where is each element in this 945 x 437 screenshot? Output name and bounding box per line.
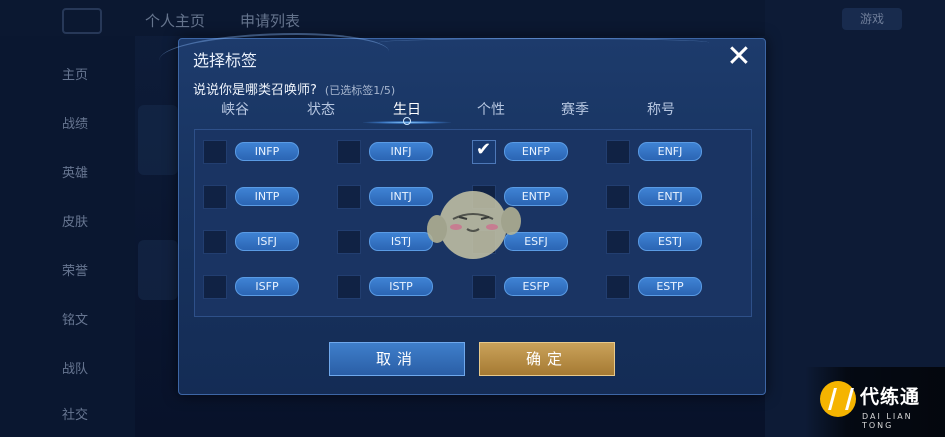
tag-checkbox[interactable] xyxy=(606,140,630,164)
tag-option[interactable]: INTP xyxy=(203,185,323,209)
tag-checkbox[interactable] xyxy=(203,230,227,254)
tag-checkbox[interactable] xyxy=(472,275,496,299)
tab-personality[interactable]: 个性 xyxy=(461,99,521,119)
background-side-item: 战队 xyxy=(62,362,89,377)
watermark-subtitle: DAI LIAN TONG xyxy=(862,412,913,430)
background-logo xyxy=(62,8,102,34)
tag-checkbox[interactable]: ✔ xyxy=(472,139,496,164)
tag-checkbox[interactable] xyxy=(203,185,227,209)
tag-option[interactable]: ENFJ xyxy=(606,140,726,164)
tag-select-dialog: 选择标签 ✕ 说说你是哪类召唤师? (已选标签1/5) 峡谷 状态 生日 个性 赛… xyxy=(159,33,766,395)
background-side-item: 社交 xyxy=(62,408,89,423)
close-icon[interactable]: ✕ xyxy=(725,42,753,72)
tag-checkbox[interactable] xyxy=(606,230,630,254)
tag-label: ENTJ xyxy=(638,187,702,206)
tag-checkbox[interactable] xyxy=(337,275,361,299)
tag-checkbox[interactable] xyxy=(203,275,227,299)
tag-option[interactable]: ESFP xyxy=(472,275,592,299)
tag-label: ISFP xyxy=(235,277,299,296)
tag-label: ESTJ xyxy=(638,232,702,251)
background-side-item: 荣誉 xyxy=(62,264,89,279)
checkmark-icon: ✔ xyxy=(476,139,492,160)
tag-checkbox[interactable] xyxy=(606,275,630,299)
tag-label: INFJ xyxy=(369,142,433,161)
tag-label: ESTP xyxy=(638,277,702,296)
watermark-name: 代练通 xyxy=(860,386,921,408)
tab-status[interactable]: 状态 xyxy=(291,99,351,119)
tag-option[interactable]: INFP xyxy=(203,140,323,164)
tag-option[interactable]: ISTP xyxy=(337,275,457,299)
tag-option[interactable]: ISFJ xyxy=(203,230,323,254)
selected-count: (已选标签1/5) xyxy=(324,84,396,97)
mascot-image xyxy=(427,191,521,259)
tag-label: INTP xyxy=(235,187,299,206)
cancel-button[interactable]: 取消 xyxy=(329,342,465,376)
background-card xyxy=(138,105,178,175)
background-right-tag: 游戏 xyxy=(842,8,902,30)
tag-checkbox[interactable] xyxy=(606,185,630,209)
tag-checkbox[interactable] xyxy=(203,140,227,164)
tag-checkbox[interactable] xyxy=(337,140,361,164)
tab-season[interactable]: 赛季 xyxy=(545,99,605,119)
tag-option[interactable]: ESTP xyxy=(606,275,726,299)
tag-label: ENFP xyxy=(504,142,568,161)
tag-label: INFP xyxy=(235,142,299,161)
tab-canyon[interactable]: 峡谷 xyxy=(205,99,265,119)
background-tab-home: 个人主页 xyxy=(145,12,206,30)
dialog-decoration xyxy=(379,38,709,47)
background-side-item: 皮肤 xyxy=(62,215,89,230)
background-tab-requests: 申请列表 xyxy=(240,12,301,30)
tag-label: ESFP xyxy=(504,277,568,296)
dialog-title: 选择标签 xyxy=(193,51,258,70)
confirm-button[interactable]: 确定 xyxy=(479,342,615,376)
tab-birthday-label: 生日 xyxy=(393,102,421,118)
background-side-item: 铭文 xyxy=(62,313,89,328)
tag-checkbox[interactable] xyxy=(337,230,361,254)
prompt-text: 说说你是哪类召唤师? xyxy=(193,83,317,98)
tab-birthday[interactable]: 生日 xyxy=(363,99,451,125)
tag-option[interactable]: ESTJ xyxy=(606,230,726,254)
watermark-logo-icon xyxy=(820,381,856,417)
tag-option[interactable]: ✔ ENFP xyxy=(472,139,592,164)
active-tab-dot xyxy=(403,117,411,125)
tag-label: ISFJ xyxy=(235,232,299,251)
tag-label: ISTP xyxy=(369,277,433,296)
tag-option[interactable]: INFJ xyxy=(337,140,457,164)
tag-label: ENFJ xyxy=(638,142,702,161)
category-tabs: 峡谷 状态 生日 个性 赛季 称号 xyxy=(179,99,765,127)
tag-checkbox[interactable] xyxy=(337,185,361,209)
tag-option[interactable]: ENTJ xyxy=(606,185,726,209)
background-side-item: 战绩 xyxy=(62,117,89,132)
tab-title[interactable]: 称号 xyxy=(631,99,691,119)
background-card xyxy=(138,240,178,300)
dialog-prompt: 说说你是哪类召唤师? (已选标签1/5) xyxy=(193,79,395,98)
background-side-item: 主页 xyxy=(62,68,89,83)
background-side-item: 英雄 xyxy=(62,166,89,181)
tag-option[interactable]: ISFP xyxy=(203,275,323,299)
